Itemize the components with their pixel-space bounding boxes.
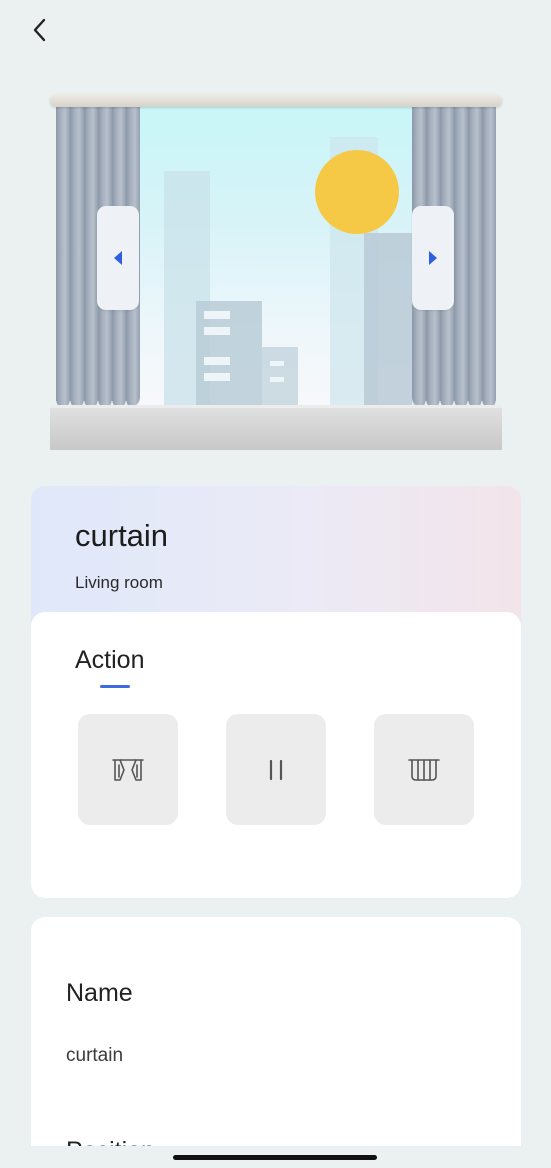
name-value[interactable]: curtain bbox=[66, 1045, 123, 1067]
sun bbox=[315, 150, 399, 234]
name-label: Name bbox=[66, 979, 133, 1007]
device-name: curtain bbox=[75, 518, 169, 553]
move-right-handle[interactable] bbox=[412, 206, 454, 310]
settings-card: Name curtain Position bbox=[31, 917, 521, 1157]
device-room: Living room bbox=[75, 573, 163, 592]
action-card: Action bbox=[31, 612, 521, 898]
back-button[interactable] bbox=[22, 12, 58, 48]
curtain-rod bbox=[50, 94, 502, 107]
pause-button[interactable] bbox=[226, 714, 326, 825]
move-left-handle[interactable] bbox=[97, 206, 139, 310]
triangle-left-icon bbox=[114, 251, 122, 265]
pause-icon bbox=[269, 759, 283, 780]
home-indicator[interactable] bbox=[173, 1155, 377, 1160]
open-curtain-button[interactable] bbox=[78, 714, 178, 825]
curtain-close-icon bbox=[408, 758, 440, 781]
curtain-open-icon bbox=[112, 758, 144, 781]
close-curtain-button[interactable] bbox=[374, 714, 474, 825]
action-title: Action bbox=[75, 646, 145, 674]
action-title-underline bbox=[100, 685, 130, 688]
curtain-illustration bbox=[50, 94, 502, 450]
triangle-right-icon bbox=[429, 251, 437, 265]
window-sill bbox=[50, 405, 502, 450]
chevron-left-icon bbox=[33, 18, 46, 42]
